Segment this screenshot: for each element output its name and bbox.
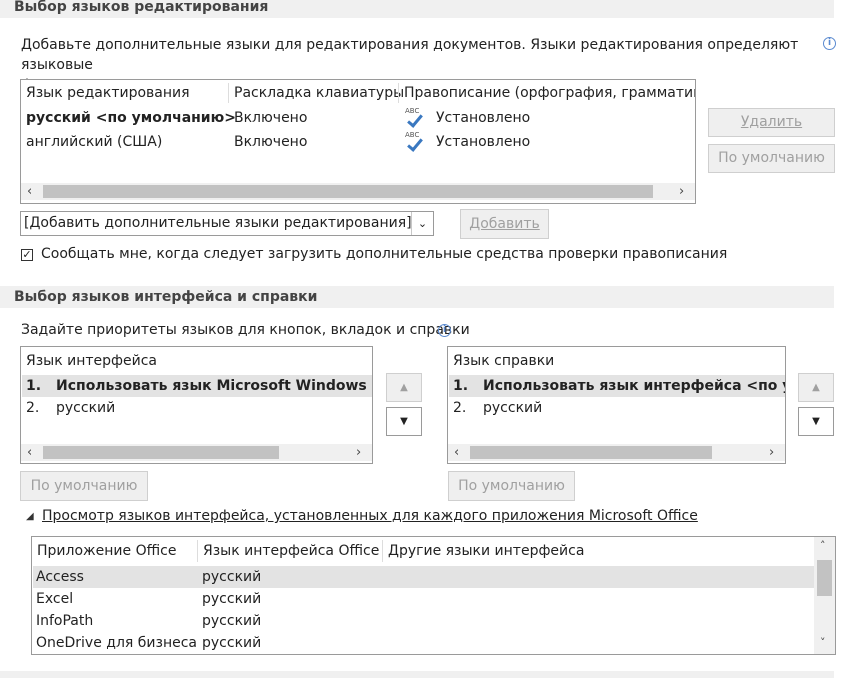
- move-up-button[interactable]: ▲: [798, 373, 834, 402]
- remove-button[interactable]: Удалить: [708, 108, 835, 137]
- arrow-up-icon: ▲: [400, 382, 408, 393]
- scroll-up-icon[interactable]: ˄: [820, 539, 826, 552]
- set-default-button[interactable]: По умолчанию: [708, 144, 835, 173]
- editing-languages-table: Язык редактирования Раскладка клавиатуры…: [20, 79, 696, 204]
- app-language: русский: [202, 591, 262, 607]
- scrollbar-thumb[interactable]: [817, 560, 832, 596]
- ui-language-list: Язык интерфейса 1. Использовать язык Mic…: [20, 346, 373, 464]
- scrollbar-thumb[interactable]: [43, 446, 279, 459]
- arrow-up-icon: ▲: [812, 382, 820, 393]
- app-language: русский: [202, 613, 262, 629]
- info-icon[interactable]: i: [438, 324, 451, 337]
- list-item-label: Использовать язык интерфейса <по умо.: [483, 378, 786, 394]
- scroll-down-icon[interactable]: ˅: [820, 636, 826, 649]
- scroll-right-icon[interactable]: ›: [679, 183, 684, 200]
- move-down-button[interactable]: ▼: [386, 407, 422, 436]
- list-item-label: Использовать язык Microsoft Windows <по: [56, 378, 373, 394]
- arrow-down-icon: ▼: [400, 416, 408, 427]
- scroll-right-icon[interactable]: ›: [356, 444, 361, 461]
- help-default-button[interactable]: По умолчанию: [448, 471, 575, 501]
- list-item-number: 2.: [26, 400, 40, 416]
- table-row[interactable]: OneDrive для бизнеса русский: [32, 632, 813, 654]
- row-keyboard: Включено: [234, 110, 308, 126]
- app-language: русский: [202, 635, 262, 651]
- row-language: русский <по умолчанию>: [26, 110, 236, 126]
- table-row[interactable]: английский (США) Включено ABC Установлен…: [21, 131, 695, 155]
- app-name: Excel: [36, 591, 74, 607]
- help-language-list: Язык справки 1. Использовать язык интерф…: [447, 346, 786, 464]
- chevron-down-icon[interactable]: ⌄: [411, 212, 433, 235]
- next-section-header: [0, 671, 834, 678]
- table-row[interactable]: Excel русский: [32, 588, 813, 610]
- add-language-dropdown[interactable]: [Добавить дополнительные языки редактиро…: [20, 211, 434, 236]
- scroll-right-icon[interactable]: ›: [769, 444, 774, 461]
- add-language-dropdown-value: [Добавить дополнительные языки редактиро…: [24, 215, 412, 231]
- table-row[interactable]: InfoPath русский: [32, 610, 813, 632]
- vertical-scrollbar[interactable]: ˄ ˅: [814, 537, 835, 654]
- list-item-label: русский: [56, 400, 116, 416]
- editing-section-header: Выбор языков редактирования: [0, 0, 834, 18]
- notify-checkbox-label[interactable]: Сообщать мне, когда следует загрузить до…: [41, 246, 727, 262]
- app-name: Access: [36, 569, 84, 585]
- help-language-list-title: Язык справки: [453, 353, 555, 369]
- office-apps-table: Приложение Office Язык интерфейса Office…: [31, 536, 836, 655]
- list-item-number: 1.: [26, 378, 42, 394]
- list-item[interactable]: 1. Использовать язык Microsoft Windows <…: [21, 375, 373, 397]
- add-button[interactable]: Добавить: [460, 209, 549, 239]
- horizontal-scrollbar[interactable]: ‹ ›: [21, 183, 695, 200]
- horizontal-scrollbar[interactable]: ‹ ›: [448, 444, 785, 461]
- column-header-proofing[interactable]: Правописание (орфография, грамматика: [404, 85, 695, 101]
- list-item[interactable]: 1. Использовать язык интерфейса <по умо.: [448, 375, 786, 397]
- table-row[interactable]: Access русский: [32, 566, 813, 588]
- row-proofing: Установлено: [436, 134, 531, 150]
- display-description: Задайте приоритеты языков для кнопок, вк…: [21, 322, 470, 338]
- list-item-number: 2.: [453, 400, 467, 416]
- display-section-header: Выбор языков интерфейса и справки: [0, 286, 834, 308]
- ui-default-button[interactable]: По умолчанию: [20, 471, 148, 501]
- ui-language-list-title: Язык интерфейса: [26, 353, 157, 369]
- horizontal-scrollbar[interactable]: ‹ ›: [21, 444, 372, 461]
- app-language: русский: [202, 569, 262, 585]
- list-item[interactable]: 2. русский: [448, 397, 784, 419]
- app-name: OneDrive для бизнеса: [36, 635, 197, 651]
- info-icon[interactable]: i: [823, 37, 836, 50]
- list-item[interactable]: 2. русский: [21, 397, 371, 419]
- list-item-label: русский: [483, 400, 543, 416]
- office-view-toggle[interactable]: Просмотр языков интерфейса, установленны…: [42, 508, 698, 524]
- column-header-other-langs[interactable]: Другие языки интерфейса: [388, 543, 584, 559]
- app-name: InfoPath: [36, 613, 94, 629]
- scroll-left-icon[interactable]: ‹: [27, 183, 32, 200]
- collapse-triangle-icon[interactable]: ◢: [26, 511, 34, 522]
- scroll-left-icon[interactable]: ‹: [27, 444, 32, 461]
- notify-checkbox[interactable]: ✓: [21, 249, 33, 261]
- list-item-number: 1.: [453, 378, 469, 394]
- editing-description-line1: Добавьте дополнительные языки для редакт…: [21, 37, 799, 73]
- column-header-app[interactable]: Приложение Office: [37, 543, 176, 559]
- scrollbar-thumb[interactable]: [43, 185, 653, 198]
- arrow-down-icon: ▼: [812, 416, 820, 427]
- move-down-button[interactable]: ▼: [798, 407, 834, 436]
- column-header-ui-lang[interactable]: Язык интерфейса Office: [203, 543, 379, 559]
- column-header-keyboard[interactable]: Раскладка клавиатуры: [234, 85, 404, 101]
- scrollbar-thumb[interactable]: [470, 446, 712, 459]
- scroll-left-icon[interactable]: ‹: [454, 444, 459, 461]
- row-language: английский (США): [26, 134, 163, 150]
- move-up-button[interactable]: ▲: [386, 373, 422, 402]
- column-header-language[interactable]: Язык редактирования: [26, 85, 190, 101]
- row-keyboard: Включено: [234, 134, 308, 150]
- row-proofing: Установлено: [436, 110, 531, 126]
- table-row[interactable]: русский <по умолчанию> Включено ABC Уста…: [21, 107, 695, 131]
